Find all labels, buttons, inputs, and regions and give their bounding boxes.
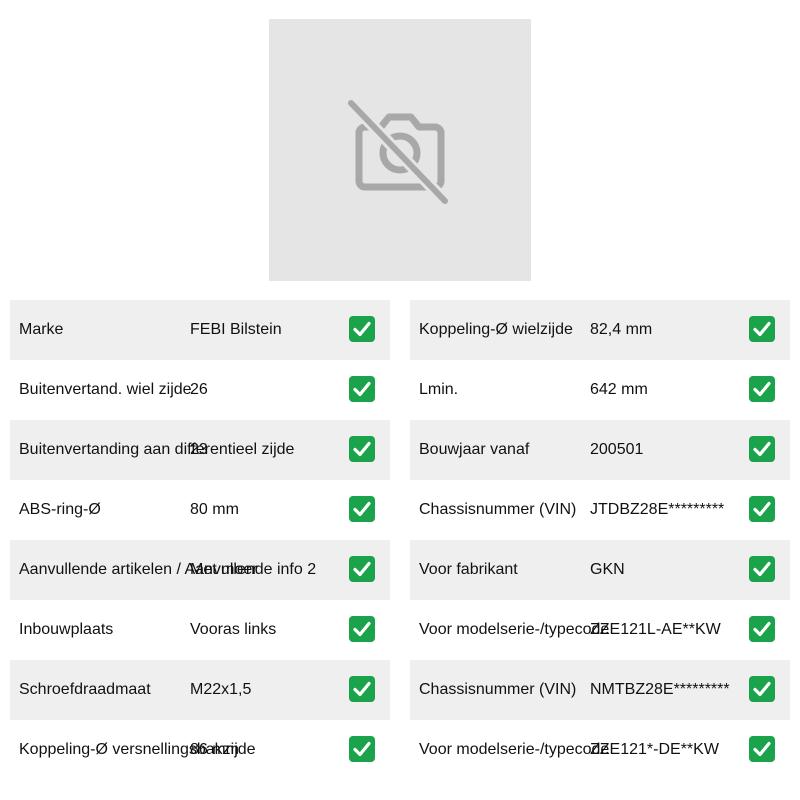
table-row: Koppeling-Ø versnellingsbakzijde 86 mm: [10, 720, 390, 780]
check-icon: [749, 496, 775, 522]
specs-table-left: Marke FEBI Bilstein Buitenvertand. wiel …: [10, 300, 390, 780]
table-row: Lmin. 642 mm: [410, 360, 790, 420]
product-image-placeholder: [269, 19, 531, 281]
specs-table-right: Koppeling-Ø wielzijde 82,4 mm Lmin. 642 …: [410, 300, 790, 780]
table-row: Marke FEBI Bilstein: [10, 300, 390, 360]
check-icon: [749, 736, 775, 762]
check-icon: [349, 736, 375, 762]
table-row: Koppeling-Ø wielzijde 82,4 mm: [410, 300, 790, 360]
spec-label: Schroefdraadmaat: [19, 681, 151, 698]
check-icon: [749, 556, 775, 582]
spec-value: 642 mm: [590, 381, 648, 398]
check-icon: [749, 436, 775, 462]
spec-label: Voor fabrikant: [419, 561, 518, 578]
spec-value: GKN: [590, 561, 625, 578]
spec-label: Voor modelserie-/typecode: [419, 621, 610, 638]
spec-value: JTDBZ28E*********: [590, 501, 725, 518]
spec-label: Marke: [19, 321, 64, 338]
spec-label: Bouwjaar vanaf: [419, 441, 530, 458]
table-row: Chassisnummer (VIN) JTDBZ28E*********: [410, 480, 790, 540]
check-icon: [349, 676, 375, 702]
check-icon: [349, 316, 375, 342]
check-icon: [349, 496, 375, 522]
table-row: Voor modelserie-/typecode ZZE121L-AE**KW: [410, 600, 790, 660]
spec-label: Lmin.: [419, 381, 459, 398]
spec-label: Buitenvertanding aan differentieel zijde: [19, 441, 295, 458]
spec-value: NMTBZ28E*********: [590, 681, 730, 698]
spec-value: 80 mm: [190, 501, 239, 518]
camera-off-icon: [346, 98, 450, 206]
spec-value: ZZE121L-AE**KW: [590, 621, 721, 638]
table-row: ABS-ring-Ø 80 mm: [10, 480, 390, 540]
check-icon: [349, 556, 375, 582]
spec-value: 23: [190, 441, 208, 458]
spec-value: 200501: [590, 441, 644, 458]
check-icon: [749, 376, 775, 402]
table-row: Bouwjaar vanaf 200501: [410, 420, 790, 480]
check-icon: [349, 436, 375, 462]
check-icon: [749, 676, 775, 702]
spec-label: Chassisnummer (VIN): [419, 681, 577, 698]
spec-value: Vooras links: [190, 621, 277, 638]
spec-label: ABS-ring-Ø: [19, 501, 101, 518]
spec-label: Chassisnummer (VIN): [419, 501, 577, 518]
spec-label: Aanvullende artikelen / Aanvullende info…: [19, 561, 317, 578]
spec-label: Koppeling-Ø wielzijde: [419, 321, 573, 338]
table-row: Buitenvertanding aan differentieel zijde…: [10, 420, 390, 480]
spec-label: Inbouwplaats: [19, 621, 114, 638]
spec-value: M22x1,5: [190, 681, 252, 698]
table-row: Chassisnummer (VIN) NMTBZ28E*********: [410, 660, 790, 720]
spec-value: 86 mm: [190, 741, 239, 758]
check-icon: [349, 616, 375, 642]
check-icon: [749, 616, 775, 642]
spec-label: Buitenvertand. wiel zijde: [19, 381, 192, 398]
table-row: Voor fabrikant GKN: [410, 540, 790, 600]
spec-value: FEBI Bilstein: [190, 321, 282, 338]
table-row: Aanvullende artikelen / Aanvullende info…: [10, 540, 390, 600]
check-icon: [749, 316, 775, 342]
spec-value: Met moer: [190, 561, 258, 578]
spec-label: Voor modelserie-/typecode: [419, 741, 610, 758]
spec-value: 82,4 mm: [590, 321, 653, 338]
spec-value: ZZE121*-DE**KW: [590, 741, 719, 758]
table-row: Inbouwplaats Vooras links: [10, 600, 390, 660]
check-icon: [349, 376, 375, 402]
spec-value: 26: [190, 381, 208, 398]
table-row: Buitenvertand. wiel zijde 26: [10, 360, 390, 420]
table-row: Voor modelserie-/typecode ZZE121*-DE**KW: [410, 720, 790, 780]
table-row: Schroefdraadmaat M22x1,5: [10, 660, 390, 720]
